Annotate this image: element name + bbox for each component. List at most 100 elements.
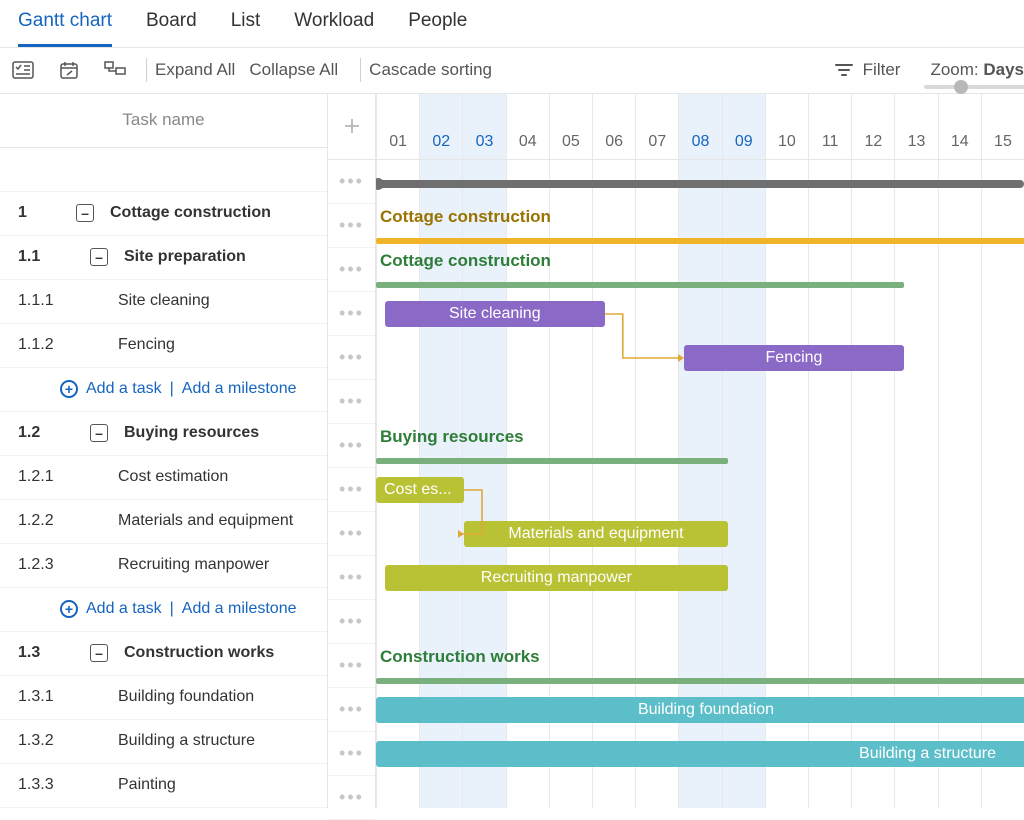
zoom-control[interactable]: Zoom: Days [930, 59, 1024, 82]
task-row-1[interactable]: 1 – Cottage construction [0, 192, 327, 236]
tab-gantt-chart[interactable]: Gantt chart [18, 8, 112, 47]
wbs-icon[interactable] [102, 59, 128, 81]
tab-people[interactable]: People [408, 8, 467, 47]
timeline-scrubber[interactable] [376, 180, 1024, 188]
add-milestone-link[interactable]: Add a milestone [182, 378, 297, 400]
task-row-1.3.3[interactable]: 1.3.3 Painting [0, 764, 327, 808]
filter-button[interactable]: Filter [835, 59, 901, 82]
row-actions-column: ••••••••••••••••••••••••••••••••••••••••… [328, 94, 376, 808]
gantt-row: Construction works [376, 644, 1024, 688]
expand-all-button[interactable]: Expand All [155, 59, 235, 82]
group-bar[interactable] [376, 678, 1024, 684]
tab-list[interactable]: List [231, 8, 261, 47]
checklist-icon[interactable] [10, 59, 36, 81]
row-menu[interactable]: ••• [328, 556, 375, 600]
zoom-slider[interactable] [924, 85, 1024, 89]
add-column-button[interactable] [328, 94, 375, 160]
task-row-1.2.2[interactable]: 1.2.2 Materials and equipment [0, 500, 327, 544]
task-name: Recruiting manpower [118, 554, 269, 576]
task-row-1.2.3[interactable]: 1.2.3 Recruiting manpower [0, 544, 327, 588]
day-04[interactable]: 04 [506, 94, 549, 159]
row-menu[interactable]: ••• [328, 292, 375, 336]
task-row-1.2.1[interactable]: 1.2.1 Cost estimation [0, 456, 327, 500]
row-menu[interactable]: ••• [328, 160, 375, 204]
toolbar: Expand All Collapse All Cascade sorting … [0, 48, 1024, 94]
tab-board[interactable]: Board [146, 8, 197, 47]
day-15[interactable]: 15 [981, 94, 1024, 159]
day-11[interactable]: 11 [808, 94, 851, 159]
task-name: Construction works [124, 642, 274, 664]
task-number: 1.2.2 [18, 510, 118, 532]
task-name: Cottage construction [110, 202, 271, 224]
day-12[interactable]: 12 [851, 94, 894, 159]
row-menu[interactable]: ••• [328, 776, 375, 820]
task-name: Building a structure [118, 730, 255, 752]
task-row-1.1[interactable]: 1.1 – Site preparation [0, 236, 327, 280]
task-bar[interactable]: Materials and equipment [464, 521, 728, 547]
row-menu[interactable]: ••• [328, 204, 375, 248]
task-bar[interactable]: Building a structure [376, 741, 1024, 767]
filter-label: Filter [863, 59, 901, 82]
calendar-icon[interactable] [56, 59, 82, 81]
timeline-ruler[interactable]: 010203040506070809101112131415 [376, 94, 1024, 160]
task-row-1.3.1[interactable]: 1.3.1 Building foundation [0, 676, 327, 720]
row-menu[interactable]: ••• [328, 424, 375, 468]
task-number: 1.2.3 [18, 554, 118, 576]
row-menu[interactable]: ••• [328, 336, 375, 380]
gantt-row: Recruiting manpower [376, 556, 1024, 600]
zoom-value: Days [983, 60, 1024, 79]
collapse-toggle[interactable]: – [90, 644, 108, 662]
day-14[interactable]: 14 [938, 94, 981, 159]
task-tree: Task name 1 – Cottage construction 1.1 –… [0, 94, 328, 808]
task-row-1.1.1[interactable]: 1.1.1 Site cleaning [0, 280, 327, 324]
row-menu[interactable]: ••• [328, 380, 375, 424]
add-task-link[interactable]: Add a task [86, 598, 162, 620]
cascade-sorting-button[interactable]: Cascade sorting [369, 59, 492, 82]
day-02[interactable]: 02 [419, 94, 462, 159]
day-03[interactable]: 03 [462, 94, 505, 159]
day-06[interactable]: 06 [592, 94, 635, 159]
task-number: 1 [18, 202, 76, 224]
group-bar[interactable] [376, 238, 1024, 244]
row-menu[interactable]: ••• [328, 248, 375, 292]
row-menu[interactable]: ••• [328, 512, 375, 556]
collapse-toggle[interactable]: – [90, 248, 108, 266]
task-bar[interactable]: Cost es... [376, 477, 464, 503]
day-08[interactable]: 08 [678, 94, 721, 159]
task-row-1.1.2[interactable]: 1.1.2 Fencing [0, 324, 327, 368]
task-row-1.3.2[interactable]: 1.3.2 Building a structure [0, 720, 327, 764]
row-menu[interactable]: ••• [328, 600, 375, 644]
task-number: 1.1.1 [18, 290, 118, 312]
add-task-link[interactable]: Add a task [86, 378, 162, 400]
group-bar[interactable] [376, 282, 904, 288]
collapse-toggle[interactable]: – [76, 204, 94, 222]
row-menu[interactable]: ••• [328, 688, 375, 732]
task-number: 1.2 [18, 422, 90, 444]
add-row: + Add a task | Add a milestone [0, 368, 327, 412]
day-09[interactable]: 09 [722, 94, 765, 159]
group-bar[interactable] [376, 458, 728, 464]
day-07[interactable]: 07 [635, 94, 678, 159]
task-name: Painting [118, 774, 176, 796]
task-row-1.2[interactable]: 1.2 – Buying resources [0, 412, 327, 456]
day-10[interactable]: 10 [765, 94, 808, 159]
gantt-row: Cost es... [376, 468, 1024, 512]
view-tabs: Gantt chart Board List Workload People [0, 0, 1024, 48]
collapse-toggle[interactable]: – [90, 424, 108, 442]
row-menu[interactable]: ••• [328, 732, 375, 776]
day-13[interactable]: 13 [894, 94, 937, 159]
task-bar[interactable]: Site cleaning [385, 301, 605, 327]
task-row-1.3[interactable]: 1.3 – Construction works [0, 632, 327, 676]
add-milestone-link[interactable]: Add a milestone [182, 598, 297, 620]
task-bar[interactable]: Building foundation [376, 697, 1024, 723]
row-menu[interactable]: ••• [328, 468, 375, 512]
day-05[interactable]: 05 [549, 94, 592, 159]
task-bar[interactable]: Fencing [684, 345, 904, 371]
task-bar[interactable]: Recruiting manpower [385, 565, 728, 591]
group-label: Buying resources [380, 426, 524, 449]
tab-workload[interactable]: Workload [294, 8, 374, 47]
collapse-all-button[interactable]: Collapse All [249, 59, 338, 82]
row-menu[interactable]: ••• [328, 644, 375, 688]
task-name-header[interactable]: Task name [0, 94, 327, 148]
day-01[interactable]: 01 [376, 94, 419, 159]
